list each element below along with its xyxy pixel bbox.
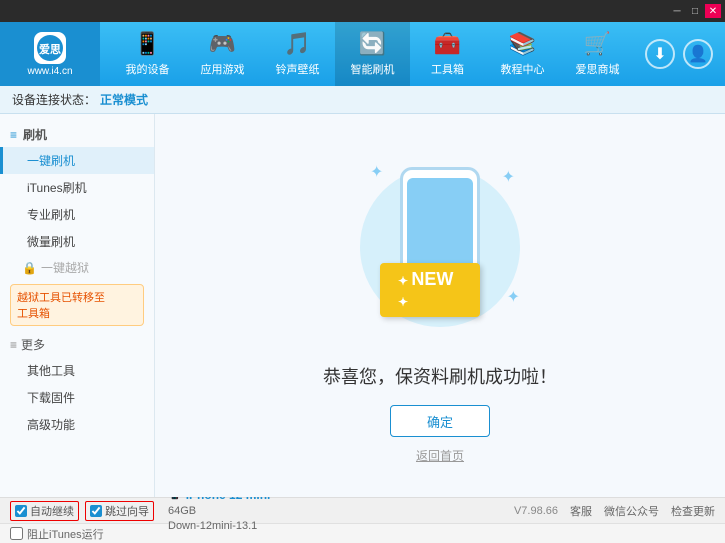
sparkle-icon-3: ✦ <box>507 287 520 307</box>
sidebar-section-label: 刷机 <box>23 126 47 143</box>
nav-item-label: 爱思商城 <box>576 61 620 77</box>
user-button[interactable]: 👤 <box>683 39 713 69</box>
svg-text:爱思: 爱思 <box>39 43 61 56</box>
bottom-right: V7.98.66 客服 微信公众号 检查更新 <box>514 503 715 519</box>
nav-item-smart-shop[interactable]: 🔄 智能刷机 <box>335 22 410 86</box>
flash-section-icon: ≡ <box>10 128 17 142</box>
sidebar-section-flash: ≡ 刷机 一键刷机 iTunes刷机 专业刷机 微量刷机 🔒 一键越狱 越狱工具… <box>0 122 154 326</box>
new-ribbon: NEW <box>380 263 480 317</box>
ringtones-icon: 🎵 <box>284 31 311 57</box>
sparkle-icon-1: ✦ <box>370 162 383 182</box>
nav-item-label: 铃声壁纸 <box>276 61 320 77</box>
sidebar-item-pro-flash[interactable]: 专业刷机 <box>0 201 154 228</box>
auto-continue-checkbox[interactable]: 自动继续 <box>10 501 79 521</box>
device-model: Down-12mini-13.1 <box>168 519 270 534</box>
tutorials-icon: 📚 <box>509 31 536 57</box>
skip-wizard-checkbox[interactable]: 跳过向导 <box>85 501 154 521</box>
support-link[interactable]: 客服 <box>570 503 592 519</box>
sidebar-section-more: ≡ 更多 其他工具 下载固件 高级功能 <box>0 332 154 438</box>
version-text: V7.98.66 <box>514 505 558 517</box>
nav-item-label: 我的设备 <box>126 61 170 77</box>
logo-icon: 爱思 <box>34 32 66 64</box>
nav-item-label: 工具箱 <box>431 61 464 77</box>
nav-item-label: 应用游戏 <box>201 61 245 77</box>
nav-items: 📱 我的设备 🎮 应用游戏 🎵 铃声壁纸 🔄 智能刷机 🧰 工具箱 📚 教程中心… <box>100 22 645 86</box>
sidebar-item-micro-flash[interactable]: 微量刷机 <box>0 228 154 255</box>
check-update-link[interactable]: 检查更新 <box>671 503 715 519</box>
sidebar-item-other-tools[interactable]: 其他工具 <box>0 357 154 384</box>
nav-item-tutorials[interactable]: 📚 教程中心 <box>485 22 560 86</box>
block-itunes-checkbox[interactable] <box>10 527 23 540</box>
status-value: 正常模式 <box>100 91 148 108</box>
download-button[interactable]: ⬇ <box>645 39 675 69</box>
itunes-bar-content: 阻止iTunes运行 <box>10 526 104 542</box>
more-icon: ≡ <box>10 338 17 352</box>
auto-continue-input[interactable] <box>15 505 27 517</box>
sidebar-more-title: ≡ 更多 <box>0 332 154 357</box>
nav-item-label: 智能刷机 <box>351 61 395 77</box>
sparkle-icon-2: ✦ <box>502 167 515 187</box>
sidebar-notice: 越狱工具已转移至工具箱 <box>10 284 144 326</box>
logo: 爱思 www.i4.cn <box>0 22 100 86</box>
success-text: 恭喜您，保资料刷机成功啦！ <box>323 363 557 389</box>
block-itunes-label: 阻止iTunes运行 <box>27 526 104 542</box>
logo-subtitle: www.i4.cn <box>27 66 72 77</box>
sidebar-section-title: ≡ 刷机 <box>0 122 154 147</box>
content-area: NEW ✦ ✦ ✦ 恭喜您，保资料刷机成功啦！ 确定 返回首页 <box>155 114 725 497</box>
tools-icon: 🧰 <box>434 31 461 57</box>
smart-shop-icon: 🔄 <box>359 31 386 57</box>
top-nav: 爱思 www.i4.cn 📱 我的设备 🎮 应用游戏 🎵 铃声壁纸 🔄 智能刷机… <box>0 22 725 86</box>
nav-item-wishlist[interactable]: 🛒 爱思商城 <box>560 22 635 86</box>
confirm-button[interactable]: 确定 <box>390 405 490 437</box>
minimize-button[interactable]: ─ <box>669 4 685 18</box>
wishlist-icon: 🛒 <box>584 31 611 57</box>
sidebar-item-onekey-flash[interactable]: 一键刷机 <box>0 147 154 174</box>
lock-icon: 🔒 <box>22 261 37 275</box>
nav-right: ⬇ 👤 <box>645 39 725 69</box>
nav-item-tools[interactable]: 🧰 工具箱 <box>410 22 485 86</box>
nav-item-apps-games[interactable]: 🎮 应用游戏 <box>185 22 260 86</box>
device-storage: 64GB <box>168 504 270 519</box>
sidebar-item-itunes-flash[interactable]: iTunes刷机 <box>0 174 154 201</box>
status-bar: 设备连接状态： 正常模式 <box>0 86 725 114</box>
maximize-button[interactable]: □ <box>687 4 703 18</box>
sidebar-item-advanced[interactable]: 高级功能 <box>0 411 154 438</box>
bottom-bar: 自动继续 跳过向导 📱 iPhone 12 mini 64GB Down-12m… <box>0 497 725 523</box>
sidebar-item-download-firmware[interactable]: 下载固件 <box>0 384 154 411</box>
success-illustration: NEW ✦ ✦ ✦ <box>340 147 540 347</box>
sidebar-locked-item: 🔒 一键越狱 <box>0 255 154 280</box>
nav-item-ringtones[interactable]: 🎵 铃声壁纸 <box>260 22 335 86</box>
go-home-link[interactable]: 返回首页 <box>416 447 464 464</box>
title-bar: ─ □ ✕ <box>0 0 725 22</box>
apps-icon: 🎮 <box>209 31 236 57</box>
close-button[interactable]: ✕ <box>705 4 721 18</box>
main-layout: ≡ 刷机 一键刷机 iTunes刷机 专业刷机 微量刷机 🔒 一键越狱 越狱工具… <box>0 114 725 497</box>
nav-item-my-device[interactable]: 📱 我的设备 <box>110 22 185 86</box>
nav-item-label: 教程中心 <box>501 61 545 77</box>
status-label: 设备连接状态： <box>12 91 96 108</box>
wechat-link[interactable]: 微信公众号 <box>604 503 659 519</box>
skip-wizard-input[interactable] <box>90 505 102 517</box>
sidebar: ≡ 刷机 一键刷机 iTunes刷机 专业刷机 微量刷机 🔒 一键越狱 越狱工具… <box>0 114 155 497</box>
my-device-icon: 📱 <box>134 31 161 57</box>
